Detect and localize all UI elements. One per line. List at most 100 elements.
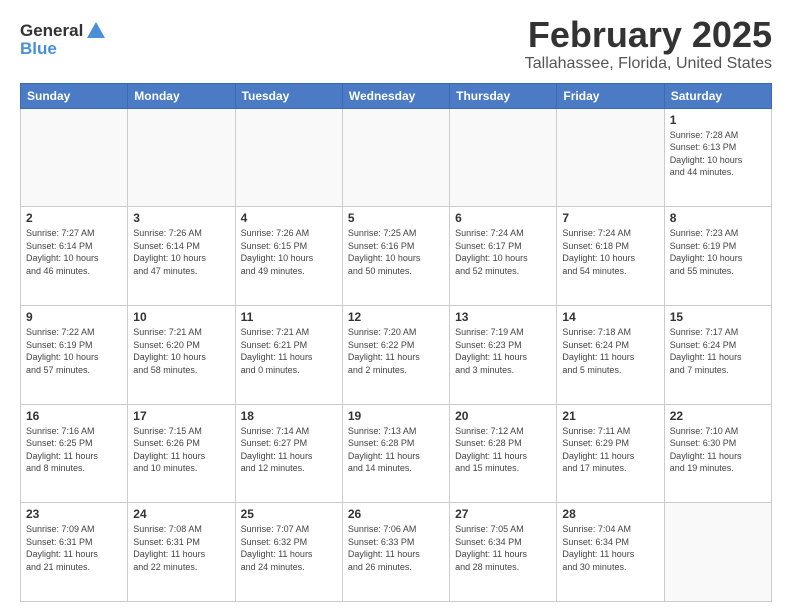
weekday-header-wednesday: Wednesday	[342, 83, 449, 108]
calendar-cell: 1 Sunrise: 7:28 AM Sunset: 6:13 PM Daylig…	[664, 108, 771, 207]
day-number: 13	[455, 310, 551, 324]
week-row-5: 23 Sunrise: 7:09 AM Sunset: 6:31 PM Dayli…	[21, 503, 772, 602]
calendar-cell: 6 Sunrise: 7:24 AM Sunset: 6:17 PM Daylig…	[450, 207, 557, 306]
calendar-cell: 8 Sunrise: 7:23 AM Sunset: 6:19 PM Daylig…	[664, 207, 771, 306]
weekday-header-thursday: Thursday	[450, 83, 557, 108]
day-info: Sunrise: 7:04 AM Sunset: 6:34 PM Dayligh…	[562, 523, 658, 573]
calendar-cell: 20 Sunrise: 7:12 AM Sunset: 6:28 PM Dayli…	[450, 404, 557, 503]
logo-blue: Blue	[20, 39, 107, 59]
day-info: Sunrise: 7:15 AM Sunset: 6:26 PM Dayligh…	[133, 425, 229, 475]
calendar-cell: 25 Sunrise: 7:07 AM Sunset: 6:32 PM Dayli…	[235, 503, 342, 602]
calendar-cell: 14Sunrise: 7:18 AM Sunset: 6:24 PM Dayli…	[557, 305, 664, 404]
day-number: 8	[670, 211, 766, 225]
week-row-1: 1 Sunrise: 7:28 AM Sunset: 6:13 PM Daylig…	[21, 108, 772, 207]
calendar-cell: 26 Sunrise: 7:06 AM Sunset: 6:33 PM Dayli…	[342, 503, 449, 602]
calendar-cell	[128, 108, 235, 207]
calendar-table: SundayMondayTuesdayWednesdayThursdayFrid…	[20, 83, 772, 602]
logo: General Blue	[20, 20, 107, 59]
calendar-cell: 2 Sunrise: 7:27 AM Sunset: 6:14 PM Daylig…	[21, 207, 128, 306]
day-number: 19	[348, 409, 444, 423]
day-number: 21	[562, 409, 658, 423]
day-info: Sunrise: 7:24 AM Sunset: 6:17 PM Dayligh…	[455, 227, 551, 277]
day-info: Sunrise: 7:18 AM Sunset: 6:24 PM Dayligh…	[562, 326, 658, 376]
calendar-cell	[21, 108, 128, 207]
day-number: 17	[133, 409, 229, 423]
day-info: Sunrise: 7:23 AM Sunset: 6:19 PM Dayligh…	[670, 227, 766, 277]
day-info: Sunrise: 7:17 AM Sunset: 6:24 PM Dayligh…	[670, 326, 766, 376]
calendar-cell	[342, 108, 449, 207]
subtitle: Tallahassee, Florida, United States	[525, 55, 772, 73]
day-info: Sunrise: 7:11 AM Sunset: 6:29 PM Dayligh…	[562, 425, 658, 475]
calendar-cell: 22Sunrise: 7:10 AM Sunset: 6:30 PM Dayli…	[664, 404, 771, 503]
header: General Blue February 2025 Tallahassee, …	[20, 15, 772, 73]
day-number: 18	[241, 409, 337, 423]
day-number: 25	[241, 507, 337, 521]
calendar-cell	[450, 108, 557, 207]
calendar-cell: 12 Sunrise: 7:20 AM Sunset: 6:22 PM Dayli…	[342, 305, 449, 404]
day-number: 6	[455, 211, 551, 225]
day-info: Sunrise: 7:21 AM Sunset: 6:21 PM Dayligh…	[241, 326, 337, 376]
day-info: Sunrise: 7:20 AM Sunset: 6:22 PM Dayligh…	[348, 326, 444, 376]
weekday-header-row: SundayMondayTuesdayWednesdayThursdayFrid…	[21, 83, 772, 108]
day-info: Sunrise: 7:05 AM Sunset: 6:34 PM Dayligh…	[455, 523, 551, 573]
logo-icon	[85, 20, 107, 42]
day-info: Sunrise: 7:08 AM Sunset: 6:31 PM Dayligh…	[133, 523, 229, 573]
day-info: Sunrise: 7:19 AM Sunset: 6:23 PM Dayligh…	[455, 326, 551, 376]
day-number: 11	[241, 310, 337, 324]
day-info: Sunrise: 7:13 AM Sunset: 6:28 PM Dayligh…	[348, 425, 444, 475]
logo-general: General	[20, 21, 83, 41]
calendar-cell: 5 Sunrise: 7:25 AM Sunset: 6:16 PM Daylig…	[342, 207, 449, 306]
calendar-cell: 3Sunrise: 7:26 AM Sunset: 6:14 PM Daylig…	[128, 207, 235, 306]
logo-content: General Blue	[20, 20, 107, 59]
main-title: February 2025	[525, 15, 772, 55]
day-number: 12	[348, 310, 444, 324]
day-number: 23	[26, 507, 122, 521]
day-number: 16	[26, 409, 122, 423]
day-info: Sunrise: 7:06 AM Sunset: 6:33 PM Dayligh…	[348, 523, 444, 573]
page: General Blue February 2025 Tallahassee, …	[0, 0, 792, 612]
day-number: 20	[455, 409, 551, 423]
day-info: Sunrise: 7:25 AM Sunset: 6:16 PM Dayligh…	[348, 227, 444, 277]
day-info: Sunrise: 7:07 AM Sunset: 6:32 PM Dayligh…	[241, 523, 337, 573]
day-info: Sunrise: 7:26 AM Sunset: 6:15 PM Dayligh…	[241, 227, 337, 277]
weekday-header-tuesday: Tuesday	[235, 83, 342, 108]
calendar-cell: 19 Sunrise: 7:13 AM Sunset: 6:28 PM Dayli…	[342, 404, 449, 503]
day-info: Sunrise: 7:14 AM Sunset: 6:27 PM Dayligh…	[241, 425, 337, 475]
calendar-cell: 4 Sunrise: 7:26 AM Sunset: 6:15 PM Daylig…	[235, 207, 342, 306]
week-row-4: 16 Sunrise: 7:16 AM Sunset: 6:25 PM Dayli…	[21, 404, 772, 503]
week-row-3: 9 Sunrise: 7:22 AM Sunset: 6:19 PM Daylig…	[21, 305, 772, 404]
day-number: 3	[133, 211, 229, 225]
day-info: Sunrise: 7:09 AM Sunset: 6:31 PM Dayligh…	[26, 523, 122, 573]
day-number: 1	[670, 113, 766, 127]
calendar-cell: 7Sunrise: 7:24 AM Sunset: 6:18 PM Daylig…	[557, 207, 664, 306]
calendar-cell: 11 Sunrise: 7:21 AM Sunset: 6:21 PM Dayli…	[235, 305, 342, 404]
title-area: February 2025 Tallahassee, Florida, Unit…	[525, 15, 772, 73]
day-number: 10	[133, 310, 229, 324]
day-info: Sunrise: 7:27 AM Sunset: 6:14 PM Dayligh…	[26, 227, 122, 277]
calendar-cell	[235, 108, 342, 207]
weekday-header-sunday: Sunday	[21, 83, 128, 108]
day-number: 7	[562, 211, 658, 225]
day-number: 4	[241, 211, 337, 225]
day-number: 26	[348, 507, 444, 521]
weekday-header-monday: Monday	[128, 83, 235, 108]
calendar-cell: 18 Sunrise: 7:14 AM Sunset: 6:27 PM Dayli…	[235, 404, 342, 503]
day-number: 24	[133, 507, 229, 521]
calendar-cell: 23 Sunrise: 7:09 AM Sunset: 6:31 PM Dayli…	[21, 503, 128, 602]
calendar-cell	[557, 108, 664, 207]
day-info: Sunrise: 7:12 AM Sunset: 6:28 PM Dayligh…	[455, 425, 551, 475]
day-number: 5	[348, 211, 444, 225]
calendar-cell: 10Sunrise: 7:21 AM Sunset: 6:20 PM Dayli…	[128, 305, 235, 404]
day-info: Sunrise: 7:22 AM Sunset: 6:19 PM Dayligh…	[26, 326, 122, 376]
day-number: 28	[562, 507, 658, 521]
day-info: Sunrise: 7:28 AM Sunset: 6:13 PM Dayligh…	[670, 129, 766, 179]
calendar-cell: 9 Sunrise: 7:22 AM Sunset: 6:19 PM Daylig…	[21, 305, 128, 404]
weekday-header-friday: Friday	[557, 83, 664, 108]
day-number: 2	[26, 211, 122, 225]
day-number: 9	[26, 310, 122, 324]
day-info: Sunrise: 7:16 AM Sunset: 6:25 PM Dayligh…	[26, 425, 122, 475]
calendar-cell: 13 Sunrise: 7:19 AM Sunset: 6:23 PM Dayli…	[450, 305, 557, 404]
day-number: 15	[670, 310, 766, 324]
calendar-cell: 27Sunrise: 7:05 AM Sunset: 6:34 PM Dayli…	[450, 503, 557, 602]
calendar-cell: 24 Sunrise: 7:08 AM Sunset: 6:31 PM Dayli…	[128, 503, 235, 602]
